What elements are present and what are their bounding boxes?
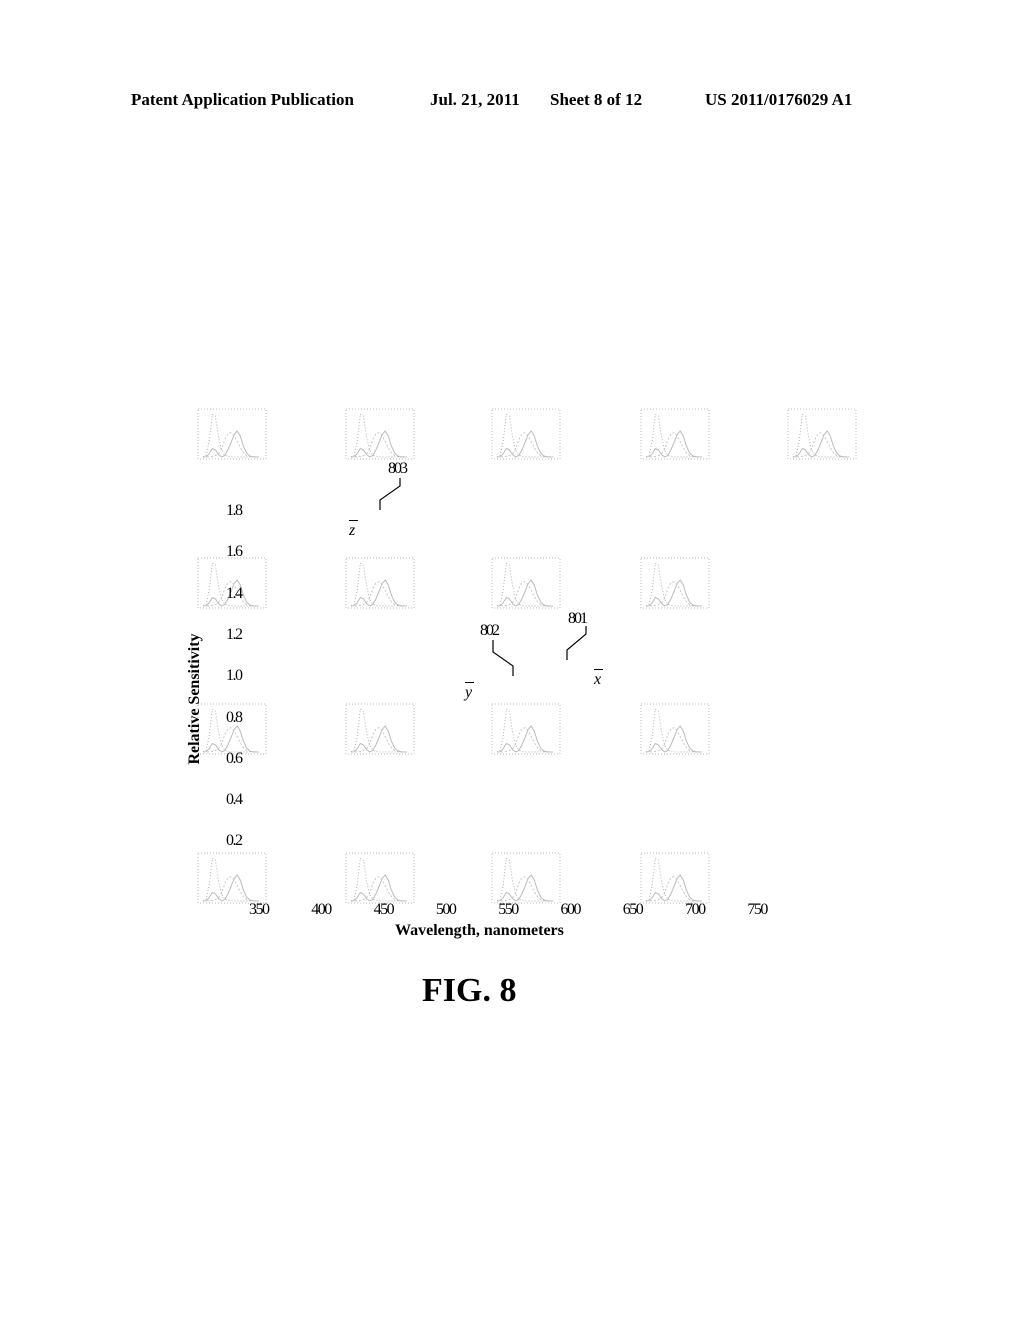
figure-caption: FIG. 8 [422,972,517,1009]
reference-802: 802 [480,622,500,639]
leader-line-802 [492,640,514,676]
leader-lines [379,478,587,676]
reference-803: 803 [388,460,408,477]
x-bar-text: x [594,671,602,688]
z-bar-text: z [349,522,356,539]
overline [594,669,603,670]
overline [349,520,358,521]
leader-line-803 [379,478,401,510]
z-bar-label: z [349,520,358,540]
x-bar-label: x [594,669,603,689]
y-bar-text: y [465,684,473,701]
y-bar-label: y [465,682,474,702]
overline [465,682,474,683]
reference-801: 801 [568,610,588,627]
leader-line-801 [566,626,587,660]
